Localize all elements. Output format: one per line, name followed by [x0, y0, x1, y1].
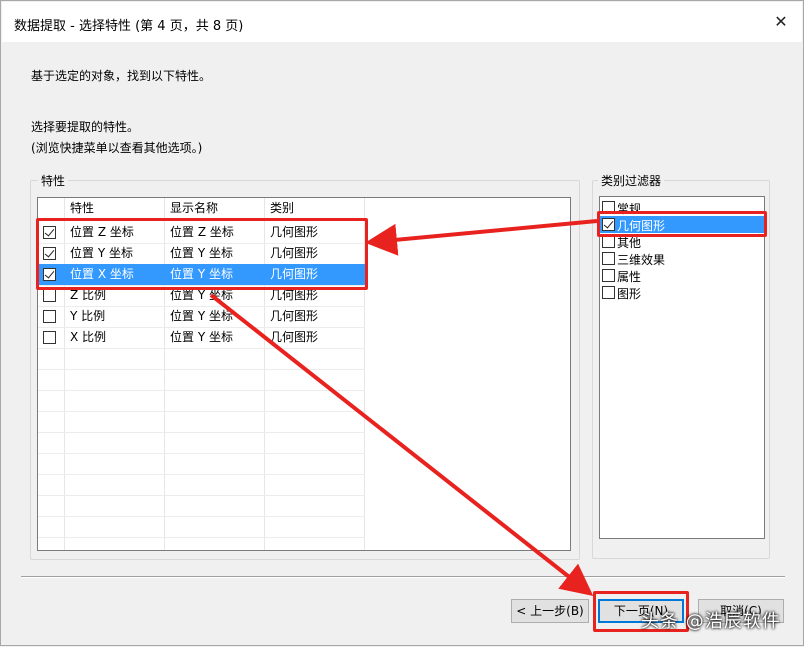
back-button[interactable]: < 上一步(B): [511, 599, 589, 623]
instruction-line-1: 选择要提取的特性。: [31, 120, 140, 134]
row-category: 几何图形: [270, 330, 319, 344]
close-icon[interactable]: ✕: [770, 11, 792, 33]
footer-separator: [21, 576, 785, 578]
row-divider: [38, 537, 365, 538]
row-divider: [38, 432, 365, 433]
annotation-highlight-rows: [36, 218, 368, 290]
row-property-name: Y 比例: [70, 309, 106, 323]
annotation-highlight-filter: [597, 211, 767, 237]
row-checkbox[interactable]: [43, 331, 56, 344]
filter-item-label: 三维效果: [617, 253, 666, 267]
properties-group-label: 特性: [38, 172, 69, 189]
column-header-display-name[interactable]: 显示名称: [165, 198, 264, 219]
column-header-category[interactable]: 类别: [265, 198, 364, 219]
row-checkbox[interactable]: [43, 310, 56, 323]
row-display-name: 位置 Y 坐标: [170, 330, 233, 344]
filter-item-label: 图形: [617, 287, 642, 301]
dialog-window: 数据提取 - 选择特性 (第 4 页，共 8 页) ✕ 基于选定的对象，找到以下…: [0, 0, 804, 646]
row-divider: [38, 516, 365, 517]
watermark-text: 头条 @浩辰软件: [641, 611, 781, 632]
row-checkbox[interactable]: [43, 289, 56, 302]
row-divider: [38, 495, 365, 496]
filter-group-label: 类别过滤器: [598, 172, 665, 189]
filter-checkbox[interactable]: [602, 286, 615, 299]
row-divider: [38, 369, 365, 370]
filter-checkbox[interactable]: [602, 252, 615, 265]
row-divider: [38, 453, 365, 454]
column-header-property[interactable]: 特性: [65, 198, 164, 219]
table-row[interactable]: X 比例 位置 Y 坐标 几何图形: [38, 327, 365, 348]
row-divider: [38, 474, 365, 475]
row-display-name: 位置 Y 坐标: [170, 309, 233, 323]
filter-item[interactable]: 三维效果: [600, 250, 764, 267]
row-divider: [38, 348, 365, 349]
filter-checkbox[interactable]: [602, 269, 615, 282]
row-property-name: X 比例: [70, 330, 107, 344]
intro-text: 基于选定的对象，找到以下特性。: [31, 69, 212, 83]
filter-item[interactable]: 图形: [600, 284, 764, 301]
filter-item-label: 属性: [617, 270, 642, 284]
row-divider: [38, 411, 365, 412]
window-title: 数据提取 - 选择特性 (第 4 页，共 8 页): [14, 19, 244, 34]
title-bar: 数据提取 - 选择特性 (第 4 页，共 8 页) ✕: [2, 2, 802, 42]
row-divider: [38, 390, 365, 391]
table-row[interactable]: Y 比例 位置 Y 坐标 几何图形: [38, 306, 365, 327]
row-category: 几何图形: [270, 309, 319, 323]
category-filter-list[interactable]: 常规 几何图形 其他 三维效果 属性 图形: [599, 196, 765, 539]
filter-item[interactable]: 属性: [600, 267, 764, 284]
instruction-line-2: (浏览快捷菜单以查看其他选项。): [31, 141, 203, 155]
grid-header: 特性 显示名称 类别: [38, 198, 570, 218]
